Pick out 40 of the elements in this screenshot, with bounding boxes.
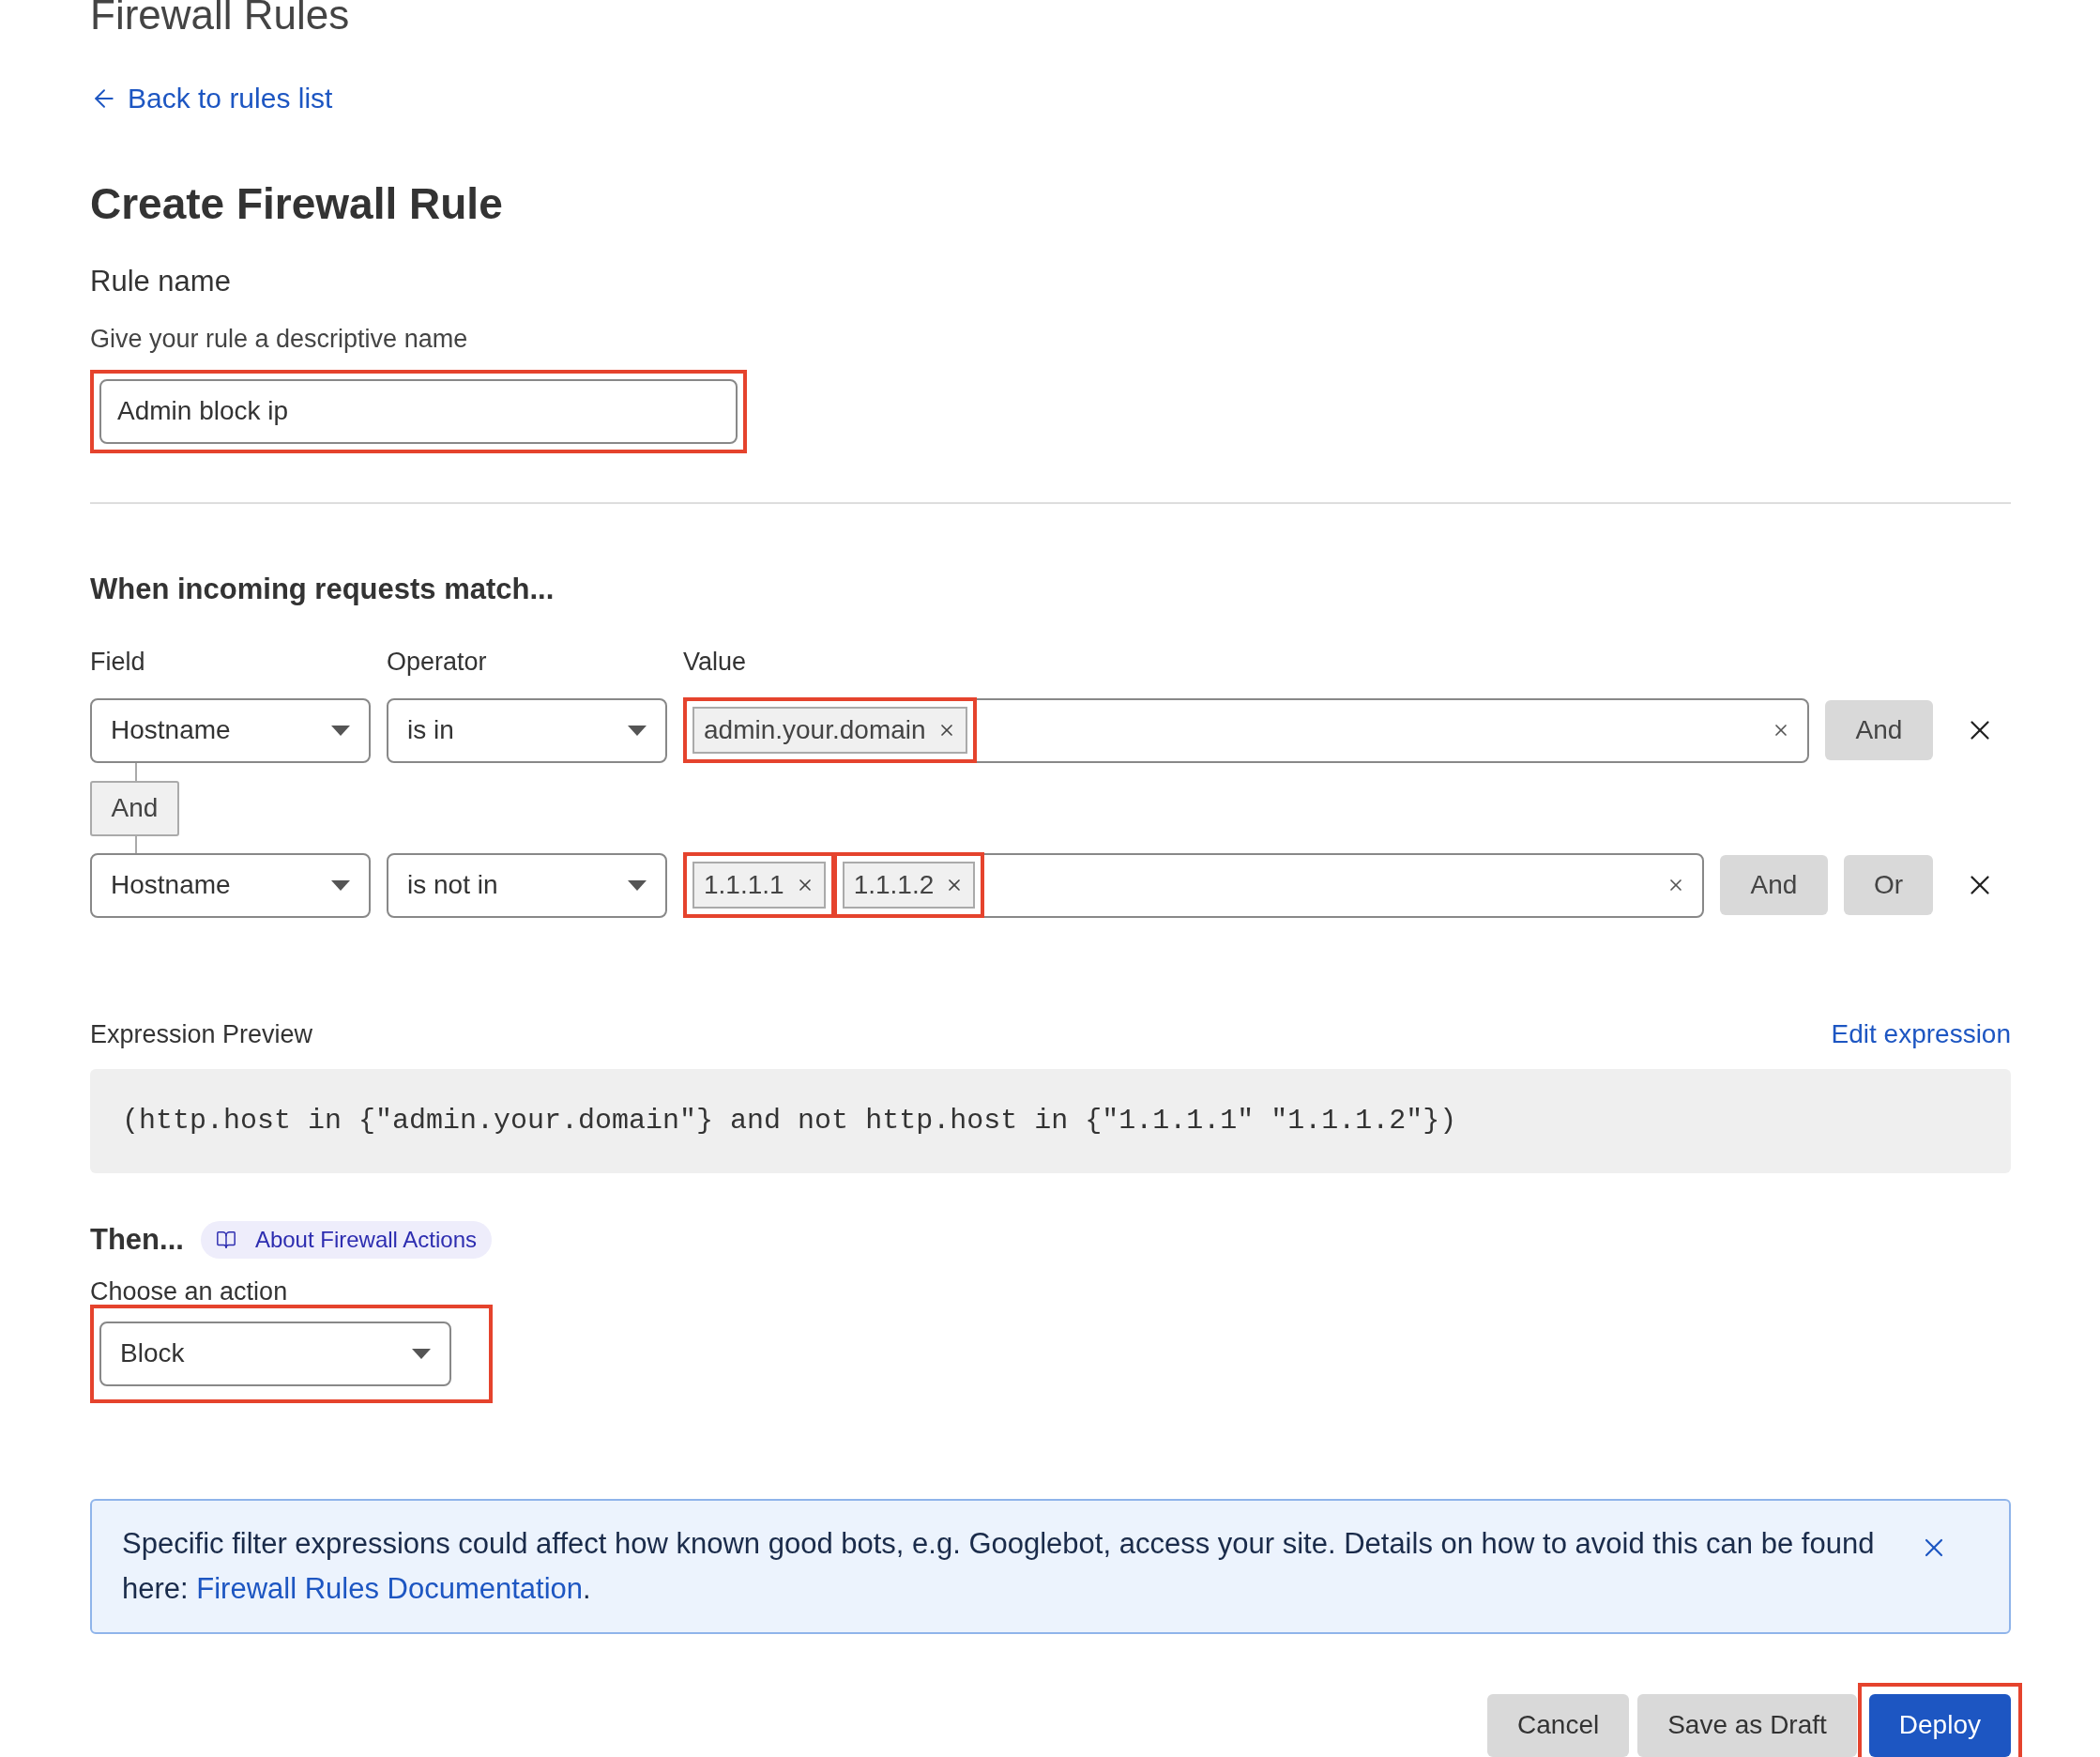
caret-icon [628, 725, 647, 736]
connector-button[interactable]: And [90, 780, 179, 836]
section-heading: Then... [90, 1221, 184, 1258]
book-icon [215, 1229, 236, 1250]
expression-preview: (http.host in {"admin.your.domain"} and not http.host in {"1.1.1.1" "1.1.1.2"}) [90, 1068, 2011, 1173]
dropdown[interactable]: Hostname [90, 852, 371, 918]
logic-button[interactable]: Or [1844, 855, 1933, 915]
logic-button[interactable]: And [1720, 855, 1828, 915]
value-field[interactable]: 1.1.1.1 1.1.1.2 [683, 852, 1704, 918]
caret-icon [331, 725, 350, 736]
dropdown[interactable]: is not in [387, 852, 667, 918]
documentation-link[interactable]: Firewall Rules Documentation [196, 1571, 584, 1605]
column-label: Value [683, 647, 747, 678]
dropdown[interactable]: is in [387, 697, 667, 763]
logic-button[interactable]: And [1825, 700, 1933, 760]
field-label: Choose an action [90, 1276, 289, 1307]
rule-name-field[interactable]: Admin block ip [99, 378, 738, 444]
value-chip: admin.your.domain [692, 707, 967, 754]
dropdown[interactable]: Block [99, 1321, 451, 1386]
help-link[interactable]: About Firewall Actions [200, 1220, 492, 1259]
preview-label: Expression Preview [90, 1019, 313, 1050]
column-label: Operator [387, 647, 488, 678]
section-heading: When incoming requests match... [90, 571, 555, 607]
field-hint: Give your rule a descriptive name [90, 324, 469, 355]
value-field[interactable]: admin.your.domain [683, 697, 1809, 763]
notice-text: Specific filter expressions could affect how known good bots, e.g. Googlebot, access your site. Details on how to avoid this can be found here: Firewall Rules Documentation. [122, 1525, 1876, 1607]
action-button[interactable]: Deploy [1868, 1693, 2011, 1757]
column-label: Field [90, 647, 146, 678]
back-link[interactable]: Back to rules list [90, 77, 333, 119]
action-button[interactable]: Save as Draft [1637, 1693, 1857, 1757]
value-chip: 1.1.1.2 [842, 862, 976, 909]
caret-icon [628, 879, 647, 891]
action-button[interactable]: Cancel [1487, 1693, 1630, 1757]
field-label: Rule name [90, 263, 232, 299]
edit-expression-link[interactable]: Edit expression [1831, 1014, 2011, 1054]
caret-icon [331, 879, 350, 891]
form-heading: Create Firewall Rule [90, 178, 504, 230]
value-chip: 1.1.1.1 [692, 862, 826, 909]
dropdown[interactable]: Hostname [90, 697, 371, 763]
caret-icon [412, 1348, 431, 1359]
